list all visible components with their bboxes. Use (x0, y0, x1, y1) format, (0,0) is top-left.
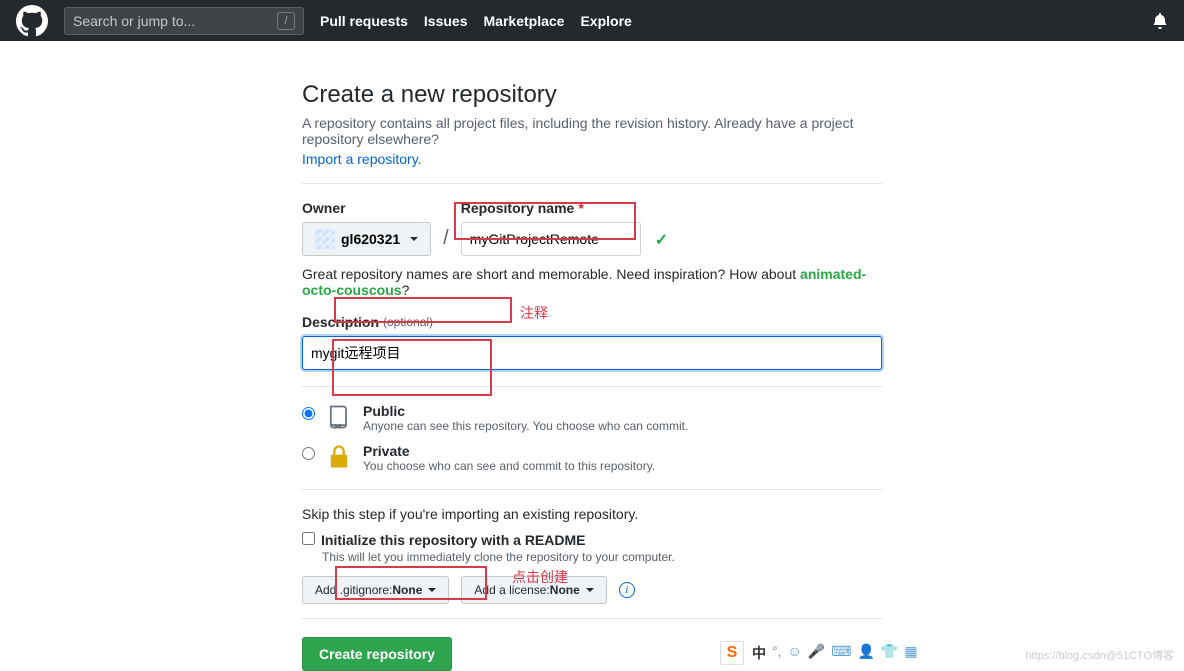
import-link[interactable]: Import a repository. (302, 151, 422, 167)
divider (302, 386, 882, 387)
nav-explore[interactable]: Explore (580, 13, 631, 29)
repo-name-input[interactable] (461, 222, 641, 256)
info-icon[interactable]: i (619, 582, 635, 598)
caret-down-icon (428, 588, 436, 592)
nav-marketplace[interactable]: Marketplace (484, 13, 565, 29)
private-radio[interactable] (302, 447, 315, 460)
visibility-public[interactable]: Public Anyone can see this repository. Y… (302, 403, 882, 433)
lock-icon (325, 443, 353, 471)
nav-pull-requests[interactable]: Pull requests (320, 13, 408, 29)
owner-label: Owner (302, 200, 431, 216)
owner-value: gl620321 (341, 231, 400, 247)
ime-lang[interactable]: 中 (752, 643, 766, 663)
annotation-text: 点击创建 (512, 567, 568, 587)
search-placeholder: Search or jump to... (73, 13, 277, 29)
divider (302, 618, 882, 619)
ime-mic-icon[interactable]: 🎤 (808, 643, 825, 663)
ime-punct-icon[interactable]: °, (772, 643, 782, 663)
page-title: Create a new repository (302, 81, 882, 109)
skip-text: Skip this step if you're importing an ex… (302, 506, 882, 522)
github-logo-icon[interactable] (16, 5, 48, 37)
ime-grid-icon[interactable]: ▦ (904, 643, 917, 663)
top-header: Search or jump to... / Pull requests Iss… (0, 0, 1184, 41)
check-icon: ✓ (655, 230, 668, 250)
visibility-private[interactable]: Private You choose who can see and commi… (302, 443, 882, 473)
repo-icon (325, 403, 353, 431)
divider (302, 489, 882, 490)
slash-key-icon: / (277, 12, 295, 30)
nav-issues[interactable]: Issues (424, 13, 468, 29)
create-repository-button[interactable]: Create repository (302, 637, 452, 671)
ime-person-icon[interactable]: 👤 (857, 643, 874, 663)
owner-select[interactable]: gl620321 (302, 222, 431, 256)
gitignore-select[interactable]: Add .gitignore: None (302, 576, 449, 604)
top-nav: Pull requests Issues Marketplace Explore (320, 13, 632, 29)
public-radio[interactable] (302, 407, 315, 420)
divider (302, 183, 882, 184)
repo-name-label: Repository name* (461, 200, 641, 216)
readme-checkbox[interactable] (302, 532, 315, 545)
readme-label: Initialize this repository with a README (321, 532, 585, 548)
search-input[interactable]: Search or jump to... / (64, 7, 304, 35)
readme-sub: This will let you immediately clone the … (322, 550, 882, 564)
avatar-icon (315, 229, 335, 249)
caret-down-icon (586, 588, 594, 592)
ime-logo-icon: S (720, 641, 744, 665)
description-input[interactable] (302, 336, 882, 370)
bell-icon[interactable] (1152, 13, 1168, 29)
watermark: https://blog.csdn@51CTO博客 (1025, 647, 1174, 663)
annotation-text: 注释 (520, 303, 548, 323)
ime-emoji-icon[interactable]: ☺ (788, 643, 802, 663)
slash-separator: / (439, 227, 453, 256)
name-tip: Great repository names are short and mem… (302, 266, 882, 298)
ime-skin-icon[interactable]: 👕 (881, 643, 898, 663)
caret-down-icon (410, 237, 418, 241)
ime-toolbar[interactable]: S 中 °, ☺ 🎤 ⌨ 👤 👕 ▦ (720, 641, 918, 665)
ime-keyboard-icon[interactable]: ⌨ (831, 643, 851, 663)
page-subhead: A repository contains all project files,… (302, 115, 882, 147)
description-label: Description(optional) (302, 314, 882, 330)
main-content: Create a new repository A repository con… (302, 41, 882, 671)
